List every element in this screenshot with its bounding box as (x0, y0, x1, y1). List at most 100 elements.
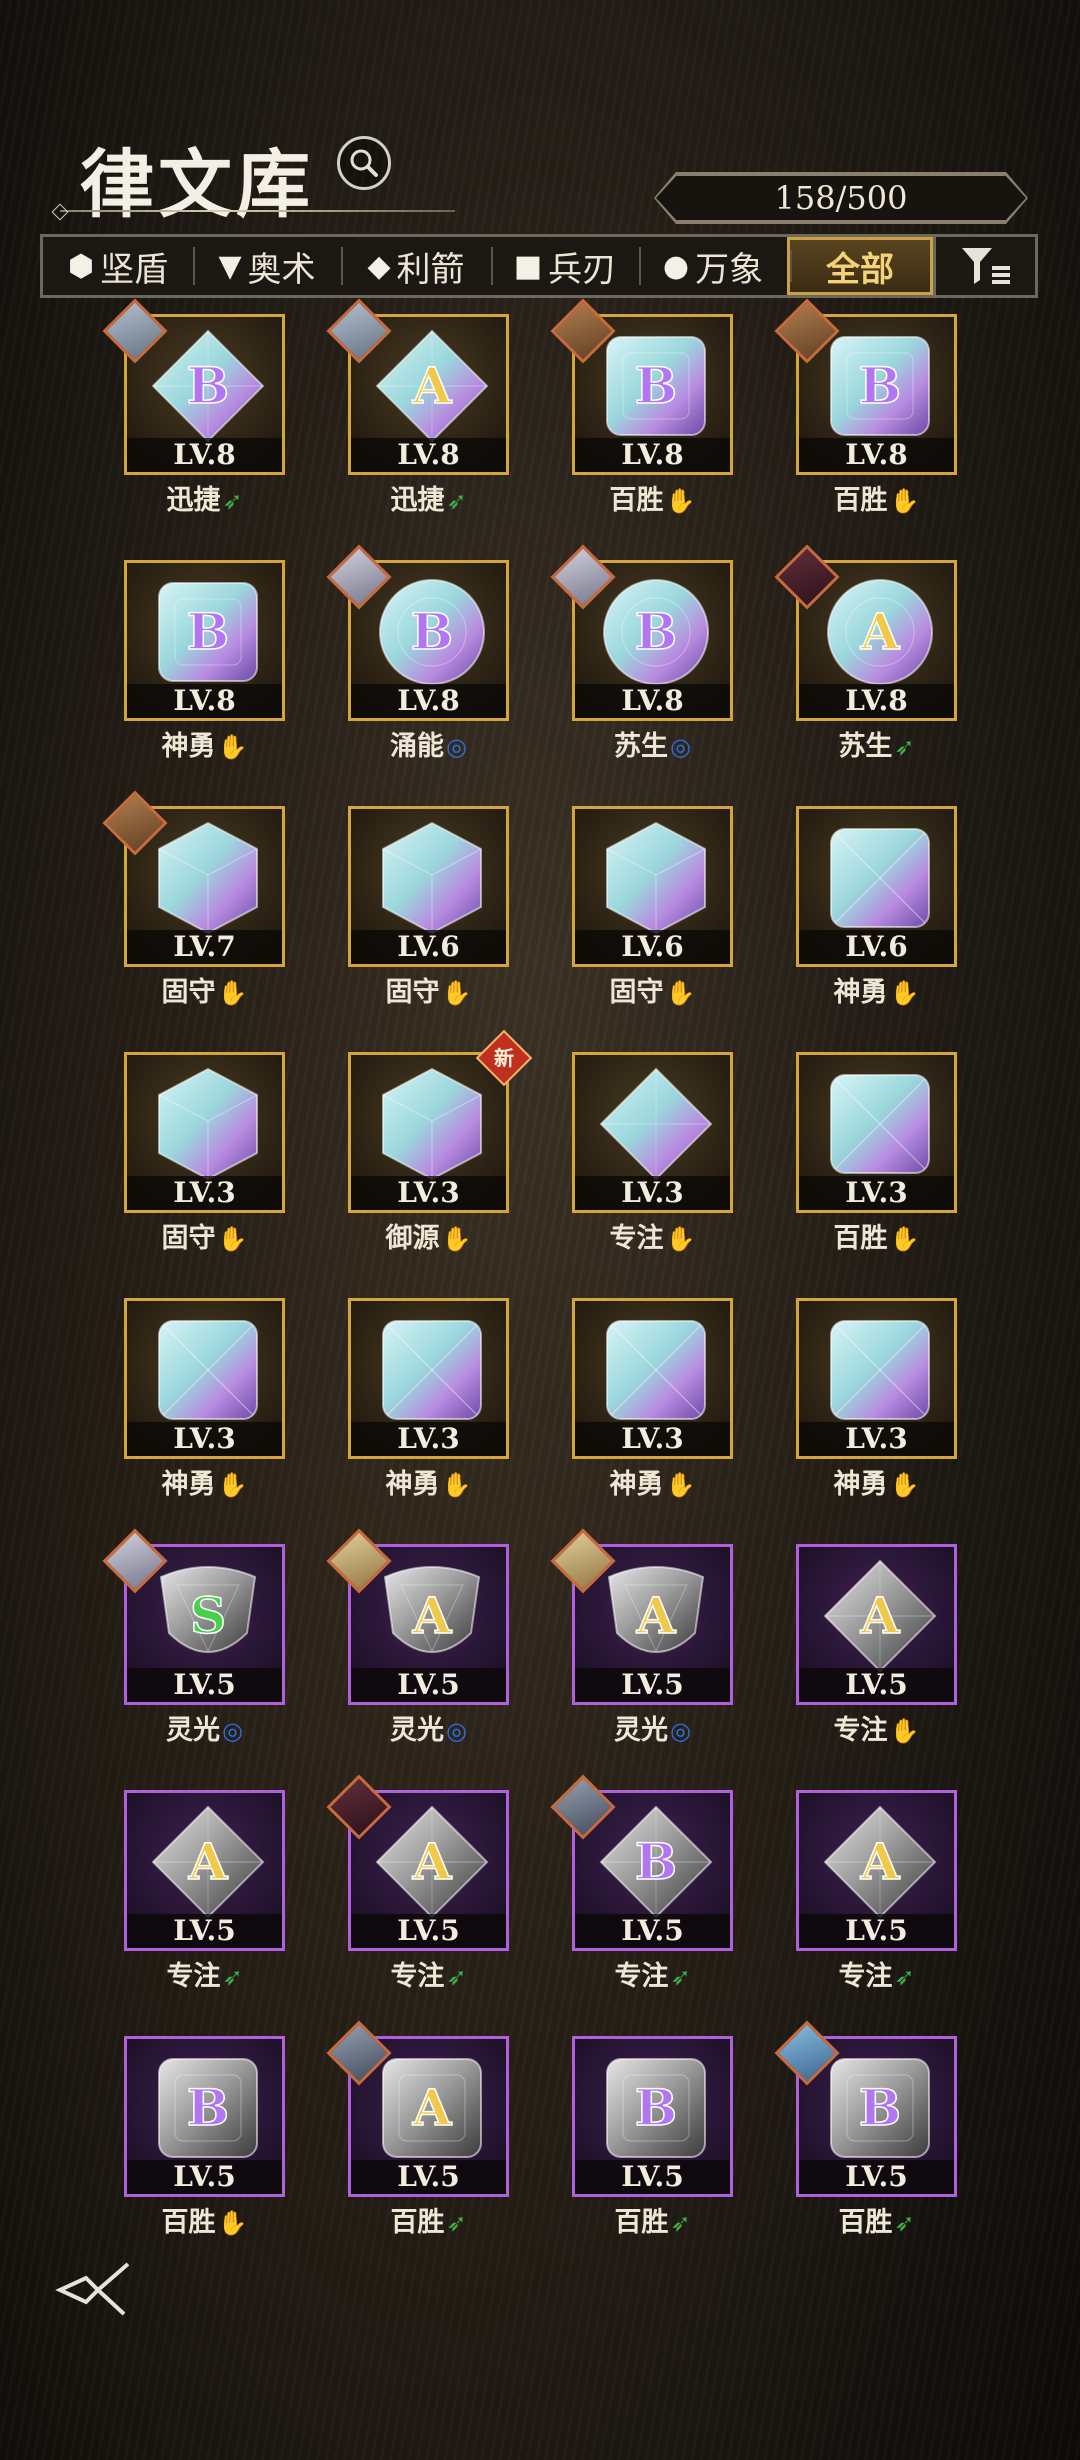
rune-level: LV.5 (351, 1668, 506, 1702)
fire-element-icon: ✋ (217, 1471, 248, 1499)
fire-element-icon: ✋ (665, 979, 696, 1007)
rune-name-label: 神勇 (161, 731, 216, 762)
rune-name-label: 灵光 (614, 1715, 669, 1746)
rune-gem-icon: A (371, 325, 493, 447)
wind-element-icon: ➶ (670, 1963, 691, 1991)
svg-text:B: B (411, 602, 453, 661)
rune-card[interactable]: LV.3 (796, 1298, 957, 1459)
rune-level: LV.3 (127, 1176, 282, 1210)
rune-gem-icon: A (147, 1801, 269, 1923)
rune-name: 灵光◎ (572, 1708, 733, 1747)
rune-level: LV.3 (799, 1422, 954, 1456)
rune-name-label: 固守 (609, 977, 664, 1008)
rune-level: LV.8 (127, 438, 282, 472)
back-button[interactable] (54, 2258, 138, 2326)
fire-element-icon: ✋ (217, 2209, 248, 2237)
fire-element-icon: ✋ (889, 1225, 920, 1253)
rune-name: 神勇✋ (572, 1462, 733, 1501)
rune-gem-icon: A (371, 2047, 493, 2169)
rune-name-label: 专注 (609, 1223, 664, 1254)
rune-card[interactable]: A LV.5 (796, 1790, 957, 1951)
rune-level: LV.8 (351, 684, 506, 718)
rune-card[interactable]: LV.6 (796, 806, 957, 967)
rune-name: 百胜➶ (348, 2200, 509, 2239)
rune-card[interactable]: B LV.5 (124, 2036, 285, 2197)
rune-card[interactable]: LV.3 (572, 1052, 733, 1213)
svg-text:B: B (187, 602, 229, 661)
water-element-icon: ◎ (222, 1717, 243, 1745)
rune-card[interactable]: A LV.5 (796, 1544, 957, 1705)
wind-element-icon: ➶ (222, 1963, 243, 1991)
rune-name-label: 神勇 (609, 1469, 664, 1500)
rune-name-label: 百胜 (390, 2207, 445, 2238)
rune-card[interactable]: LV.3 (348, 1052, 509, 1213)
rune-name: 百胜➶ (572, 2200, 733, 2239)
rune-name: 神勇✋ (348, 1462, 509, 1501)
new-badge-label: 新 (494, 1046, 514, 1070)
rune-name: 迅捷➶ (124, 478, 285, 517)
rune-level: LV.8 (575, 684, 730, 718)
fire-element-icon: ✋ (441, 1225, 472, 1253)
rune-gem-icon (371, 817, 493, 939)
rune-name-label: 固守 (161, 977, 216, 1008)
rune-level: LV.3 (575, 1422, 730, 1456)
rune-name: 百胜✋ (124, 2200, 285, 2239)
rune-level: LV.5 (575, 2160, 730, 2194)
rune-card[interactable]: LV.3 (796, 1052, 957, 1213)
rune-level: LV.7 (127, 930, 282, 964)
rune-card[interactable]: LV.6 (348, 806, 509, 967)
rune-level: LV.8 (575, 438, 730, 472)
rune-gem-icon (819, 1309, 941, 1431)
svg-text:A: A (188, 1832, 229, 1891)
svg-text:A: A (412, 356, 453, 415)
fire-element-icon: ✋ (217, 733, 248, 761)
svg-text:A: A (860, 602, 901, 661)
rune-name-label: 专注 (833, 1715, 888, 1746)
rune-gem-icon (819, 817, 941, 939)
rune-name-label: 苏生 (614, 731, 669, 762)
rune-name-label: 神勇 (161, 1469, 216, 1500)
rune-name: 固守✋ (572, 970, 733, 1009)
water-element-icon: ◎ (446, 733, 467, 761)
rune-level: LV.8 (799, 438, 954, 472)
rune-gem-icon (595, 1063, 717, 1185)
rune-card[interactable]: LV.6 (572, 806, 733, 967)
rune-name: 灵光◎ (124, 1708, 285, 1747)
water-element-icon: ◎ (670, 1717, 691, 1745)
rune-name-label: 神勇 (385, 1469, 440, 1500)
rune-card[interactable]: LV.3 (124, 1052, 285, 1213)
water-element-icon: ◎ (670, 733, 691, 761)
rune-level: LV.6 (575, 930, 730, 964)
rune-level: LV.5 (799, 1668, 954, 1702)
rune-name-label: 百胜 (833, 1223, 888, 1254)
rune-level: LV.5 (575, 1914, 730, 1948)
svg-text:A: A (860, 1586, 901, 1645)
rune-level: LV.5 (127, 1914, 282, 1948)
rune-name: 苏生◎ (572, 724, 733, 763)
rune-name: 神勇✋ (124, 1462, 285, 1501)
rune-name-label: 专注 (614, 1961, 669, 1992)
rune-level: LV.8 (799, 684, 954, 718)
rune-name: 专注➶ (124, 1954, 285, 1993)
rune-card[interactable]: LV.3 (348, 1298, 509, 1459)
rune-card[interactable]: B LV.8 (124, 560, 285, 721)
rune-level: LV.3 (127, 1422, 282, 1456)
fire-element-icon: ✋ (889, 487, 920, 515)
rune-name: 百胜✋ (572, 478, 733, 517)
rune-card[interactable]: A LV.5 (124, 1790, 285, 1951)
rune-card[interactable]: B LV.5 (572, 2036, 733, 2197)
rune-card[interactable]: LV.3 (572, 1298, 733, 1459)
rune-name: 神勇✋ (796, 970, 957, 1009)
wind-element-icon: ➶ (446, 2209, 467, 2237)
rune-level: LV.3 (799, 1176, 954, 1210)
rune-card[interactable]: LV.3 (124, 1298, 285, 1459)
rune-gem-icon (147, 1309, 269, 1431)
rune-gem-icon (819, 1063, 941, 1185)
wind-element-icon: ➶ (894, 733, 915, 761)
rune-gem-icon: A (819, 1801, 941, 1923)
rune-level: LV.5 (799, 2160, 954, 2194)
rune-gem-icon (595, 1309, 717, 1431)
rune-name: 涌能◎ (348, 724, 509, 763)
fire-element-icon: ✋ (665, 1225, 696, 1253)
svg-text:B: B (859, 356, 901, 415)
